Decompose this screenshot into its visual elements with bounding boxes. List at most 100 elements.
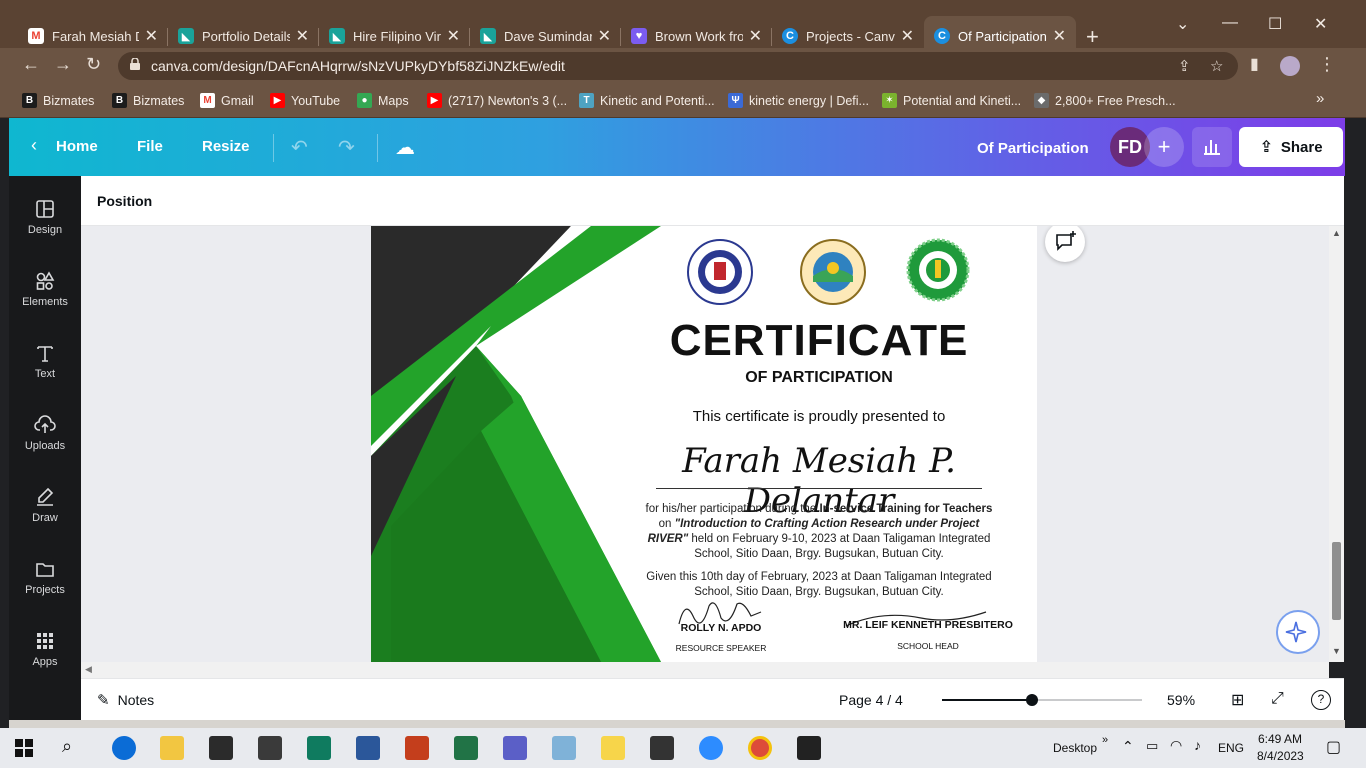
bookmark-kinetic-energy[interactable]: Ψkinetic energy | Defi... [728, 93, 869, 108]
close-tab-icon[interactable]: ✕ [749, 26, 762, 46]
rail-uploads[interactable]: Uploads [9, 408, 81, 468]
certificate-page[interactable]: CERTIFICATE OF PARTICIPATION This certif… [371, 226, 1037, 662]
rail-draw[interactable]: Draw [9, 480, 81, 540]
insights-button[interactable] [1192, 127, 1232, 167]
side-panel-icon[interactable]: ▮ [1250, 54, 1259, 74]
canvas-area[interactable]: CERTIFICATE OF PARTICIPATION This certif… [81, 226, 1329, 662]
signer-2-name[interactable]: MR. LEIF KENNETH PRESBITERO [833, 619, 1023, 631]
photos-icon[interactable] [797, 736, 821, 760]
tab-search-icon[interactable]: ⌄ [1176, 14, 1189, 34]
help-icon[interactable]: ? [1311, 690, 1331, 710]
new-tab-button[interactable]: + [1086, 24, 1099, 50]
bookmark-free-presch[interactable]: ◆ 2,800+ Free Presch... [1034, 93, 1176, 108]
bookmark-bizmates-2[interactable]: B Bizmates [112, 93, 184, 108]
close-tab-icon[interactable]: ✕ [901, 26, 914, 46]
desktop-toolbar-label[interactable]: Desktop [1053, 741, 1097, 755]
battery-icon[interactable]: ▭ [1146, 738, 1158, 754]
excel-icon[interactable] [454, 736, 478, 760]
windows-start-icon[interactable] [15, 739, 33, 757]
bookmark-potential-kinetic[interactable]: ✶ Potential and Kineti... [882, 93, 1021, 108]
bookmark-gmail[interactable]: M Gmail [200, 93, 254, 108]
add-collaborator-button[interactable]: + [1144, 127, 1184, 167]
clock-time[interactable]: 6:49 AM [1258, 732, 1302, 746]
redo-icon[interactable]: ↷ [338, 135, 355, 160]
teams-icon[interactable] [503, 736, 527, 760]
file-explorer-icon[interactable] [160, 736, 184, 760]
fullscreen-icon[interactable]: ⤢ [1271, 690, 1284, 708]
menu-kebab-icon[interactable]: ⋮ [1318, 54, 1336, 75]
scroll-up-icon[interactable]: ▲ [1332, 228, 1341, 238]
forward-icon[interactable]: → [54, 54, 72, 75]
clock-date[interactable]: 8/4/2023 [1257, 749, 1304, 763]
minimize-button[interactable]: — [1222, 14, 1238, 32]
search-icon[interactable]: ⌕ [62, 736, 72, 757]
rail-apps[interactable]: Apps [9, 624, 81, 684]
profile-avatar-icon[interactable] [1280, 56, 1300, 76]
zoom-percentage[interactable]: 59% [1167, 692, 1195, 708]
wifi-icon[interactable]: ◠ [1170, 737, 1182, 754]
zoom-slider[interactable] [942, 694, 1142, 706]
bookmark-kinetic-potential[interactable]: T Kinetic and Potenti... [579, 93, 715, 108]
maximize-button[interactable]: ☐ [1268, 14, 1282, 34]
notifications-icon[interactable]: ▢ [1326, 737, 1341, 757]
chevron-right-icon[interactable]: » [1102, 734, 1108, 746]
scrollbar-thumb[interactable] [1332, 542, 1341, 620]
chrome-icon[interactable] [748, 736, 772, 760]
design-title[interactable]: Of Participation [977, 140, 1089, 157]
signer-1-name[interactable]: ROLLY N. APDO [661, 622, 781, 634]
bookmark-bizmates-1[interactable]: B Bizmates [22, 93, 94, 108]
file-menu-button[interactable]: File [137, 138, 163, 155]
reload-icon[interactable]: ↻ [86, 54, 101, 75]
powerpoint-icon[interactable] [405, 736, 429, 760]
mail-icon[interactable] [258, 736, 282, 760]
rail-text[interactable]: Text [9, 336, 81, 396]
word-icon[interactable] [356, 736, 380, 760]
close-window-button[interactable]: ✕ [1314, 14, 1327, 34]
bookmark-maps[interactable]: ● Maps [357, 93, 409, 108]
resize-button[interactable]: Resize [202, 138, 250, 155]
rail-projects[interactable]: Projects [9, 552, 81, 612]
close-tab-icon[interactable]: ✕ [1053, 26, 1066, 46]
add-comment-button[interactable] [1045, 226, 1085, 262]
certificate-body-text[interactable]: for his/her participation during the In-… [639, 502, 999, 562]
store-icon[interactable] [209, 736, 233, 760]
bookmark-newtons[interactable]: ▶ (2717) Newton's 3 (... [427, 93, 567, 108]
notes-button[interactable]: ✎ Notes [97, 691, 154, 709]
rail-design[interactable]: Design [9, 192, 81, 252]
zoom-app-icon[interactable] [699, 736, 723, 760]
back-icon[interactable]: ← [22, 54, 40, 75]
snipping-tool-icon[interactable] [552, 736, 576, 760]
home-button[interactable]: Home [56, 138, 98, 155]
more-bookmarks-button[interactable]: » [1316, 90, 1324, 107]
undo-icon[interactable]: ↶ [291, 135, 308, 160]
close-tab-icon[interactable]: ✕ [598, 26, 611, 46]
rail-elements[interactable]: Elements [9, 264, 81, 324]
zoom-slider-handle[interactable] [1026, 694, 1038, 706]
share-page-icon[interactable]: ⇪ [1178, 57, 1191, 75]
language-indicator[interactable]: ENG [1218, 741, 1244, 755]
certificate-presented-text[interactable]: This certificate is proudly presented to [639, 408, 999, 425]
scroll-down-icon[interactable]: ▼ [1332, 646, 1341, 656]
bookmark-youtube[interactable]: ▶ YouTube [270, 93, 340, 108]
edge-icon[interactable] [112, 736, 136, 760]
show-hidden-icons[interactable]: ⌃ [1122, 738, 1134, 755]
magic-assistant-button[interactable] [1276, 610, 1320, 654]
publisher-icon[interactable] [307, 736, 331, 760]
calculator-icon[interactable] [650, 736, 674, 760]
signer-2-role[interactable]: SCHOOL HEAD [833, 641, 1023, 651]
position-button[interactable]: Position [97, 193, 152, 209]
url-bar[interactable]: canva.com/design/DAFcnAHqrrw/sNzVUPkyDYb… [118, 52, 1238, 80]
certificate-title[interactable]: CERTIFICATE [639, 316, 999, 366]
bookmark-star-icon[interactable]: ☆ [1210, 57, 1223, 75]
cloud-saved-icon[interactable]: ☁ [395, 135, 415, 160]
grid-view-icon[interactable]: ⊞ [1231, 690, 1244, 710]
signer-1-role[interactable]: RESOURCE SPEAKER [661, 643, 781, 653]
close-tab-icon[interactable]: ✕ [447, 26, 460, 46]
sticky-notes-icon[interactable] [601, 736, 625, 760]
share-button[interactable]: ⇪ Share [1239, 127, 1343, 167]
horizontal-scrollbar[interactable]: ◀ [81, 662, 1329, 678]
certificate-subtitle[interactable]: OF PARTICIPATION [639, 369, 999, 387]
vertical-scrollbar[interactable]: ▲ ▼ [1329, 226, 1344, 662]
page-indicator[interactable]: Page 4 / 4 [839, 692, 903, 708]
volume-icon[interactable]: ♪ [1194, 737, 1201, 753]
